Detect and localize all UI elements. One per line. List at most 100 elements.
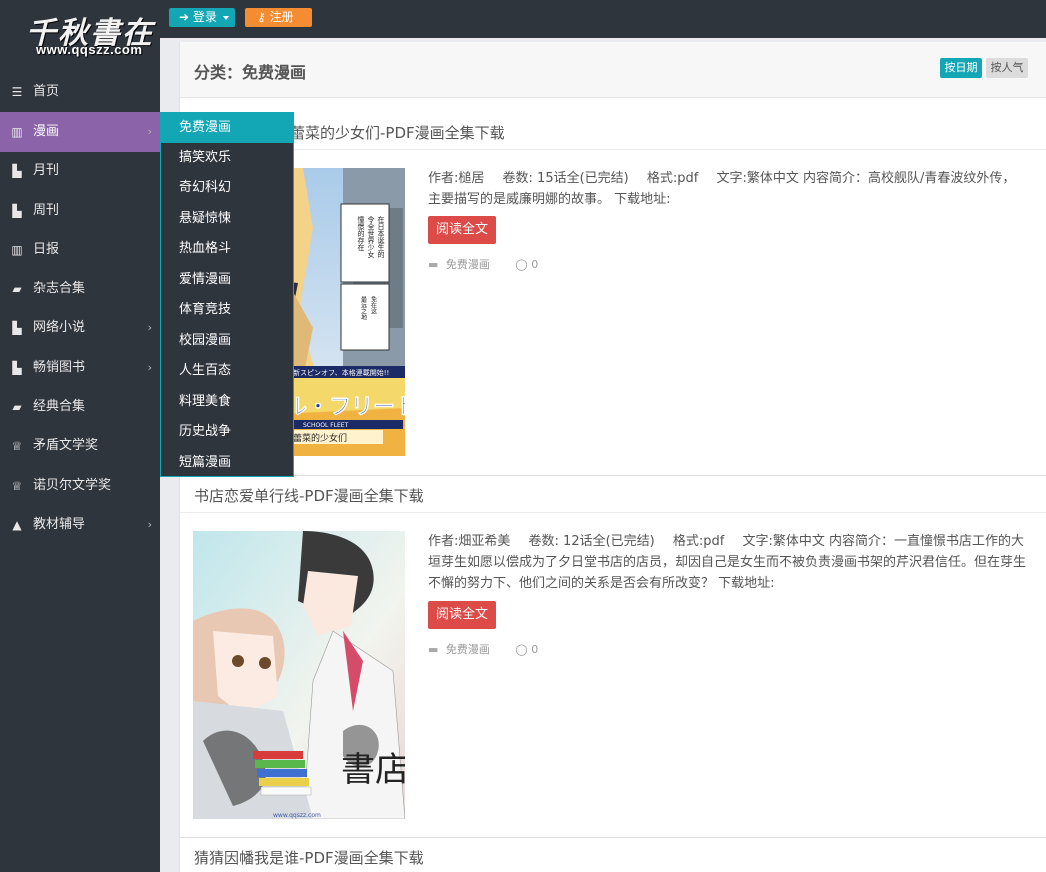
read-full-button[interactable]: 阅读全文 [428,216,496,244]
sidebar-item-label: 诺贝尔文学奖 [33,478,112,493]
cover-text: 蕾菜的少女们 [293,432,347,444]
category-header: 分类：免费漫画 按日期 按人气 [180,42,1046,98]
sidebar-item-label: 矛盾文学奖 [33,438,99,453]
submenu-item-sports[interactable]: 体育竞技 [161,295,293,325]
cover-text: www.qqszz.com [273,812,321,819]
sidebar-item-label: 周刊 [33,203,60,218]
article-author: 作者:槌居 [428,171,485,186]
comment-icon: ◯ [515,258,528,271]
book-open-icon: ▙ [12,361,22,375]
article-tags: ▬ 免费漫画 ◯ 0 [428,256,538,272]
sidebar-item-label: 漫画 [33,124,60,139]
book-open-icon: ▙ [12,204,22,218]
divider [180,475,1046,476]
divider [180,837,1046,838]
submenu-item-history-war[interactable]: 历史战争 [161,417,293,447]
article-title-link[interactable]: 猜猜因幡我是谁-PDF漫画全集下载 [194,847,424,868]
register-label: 注册 [269,10,294,24]
submenu-item-cooking[interactable]: 料理美食 [161,387,293,417]
sidebar-item-weekly[interactable]: ▙ 周刊 [0,191,160,231]
book-open-icon: ▙ [12,321,22,335]
read-full-button[interactable]: 阅读全文 [428,601,496,629]
article-meta: 作者:槌居 卷数: 15话全(已完结) 格式:pdf 文字:繁体中文 内容简介：… [428,168,1028,210]
sidebar-item-web-novels[interactable]: ▙ 网络小说 › [0,308,160,348]
login-label: 登录 [192,10,217,24]
cover-text: SCHOOL FLEET [303,422,349,429]
article-category-link[interactable]: 免费漫画 [446,258,490,271]
sidebar-item-classics[interactable]: ▰ 经典合集 [0,387,160,427]
list-icon: ☰ [11,85,23,99]
map-icon: ▥ [11,125,23,139]
cover-text: 書店 [341,750,405,790]
submenu-item-action-fighting[interactable]: 热血格斗 [161,234,293,264]
caret-down-icon [222,15,229,20]
submenu-item-comedy[interactable]: 搞笑欢乐 [161,143,293,173]
trophy-icon: ♕ [11,479,23,493]
sort-by-popularity-button[interactable]: 按人气 [986,58,1028,78]
sidebar-item-home[interactable]: ☰ 首页 [0,72,160,112]
register-button[interactable]: ⚷ 注册 [245,8,312,27]
cover-text: 最远之地 [360,296,367,320]
map-icon: ▥ [11,243,23,257]
sidebar-item-label: 经典合集 [33,399,86,414]
sidebar-item-label: 月刊 [33,163,60,178]
sidebar-item-nobel-prize[interactable]: ♕ 诺贝尔文学奖 [0,466,160,506]
folder-icon: ▬ [428,643,439,656]
sort-by-date-button[interactable]: 按日期 [940,58,982,78]
sidebar-item-monthly[interactable]: ▙ 月刊 [0,151,160,191]
comics-submenu: 免费漫画 搞笑欢乐 奇幻科幻 悬疑惊悚 热血格斗 爱情漫画 体育竞技 校园漫画 … [160,112,294,477]
article-category-link[interactable]: 免费漫画 [446,643,490,656]
main-content: 分类：免费漫画 按日期 按人气 蕾菜的少女们-PDF漫画全集下载 在日本诞生的 … [179,42,1046,872]
book-icon: ▰ [12,282,22,296]
sidebar-item-textbooks[interactable]: ▲ 教材辅导 › [0,505,160,545]
article-cover-image[interactable]: 書店 www.qqszz.com [193,531,405,819]
sidebar: ☰ 首页 ▥ 漫画 › ▙ 月刊 ▙ 周刊 ▥ 日报 ▰ 杂志合集 ▙ 网络小说… [0,62,160,872]
sidebar-item-magazines[interactable]: ▰ 杂志合集 [0,269,160,309]
article-title-link[interactable]: 书店恋爱单行线-PDF漫画全集下载 [194,485,424,506]
submenu-item-fantasy-scifi[interactable]: 奇幻科幻 [161,173,293,203]
sidebar-item-comics[interactable]: ▥ 漫画 › [0,112,160,152]
cover-text: 令全世界少女 [367,215,375,259]
article-volumes: 卷数: 12话全(已完结) [528,534,655,549]
chevron-right-icon: › [147,321,152,334]
trophy-icon: ♕ [11,439,23,453]
login-icon: ➜ [179,10,190,24]
submenu-item-short-stories[interactable]: 短篇漫画 [161,448,293,478]
sidebar-item-mao-dun-prize[interactable]: ♕ 矛盾文学奖 [0,426,160,466]
divider [180,149,1046,150]
sidebar-item-label: 杂志合集 [33,281,86,296]
chevron-right-icon: › [147,361,152,374]
cover-art-bookstore: 書店 www.qqszz.com [193,531,405,819]
article-description: 文字:繁体中文 内容简介：一直憧憬书店工作的大垣芽生如愿以偿成为了夕日堂书店的店… [428,534,1027,591]
submenu-item-school[interactable]: 校园漫画 [161,326,293,356]
sidebar-item-label: 日报 [33,242,60,257]
login-button[interactable]: ➜ 登录 [169,8,235,27]
sidebar-item-label: 网络小说 [33,320,86,335]
site-logo[interactable]: 千秋書在 www.qqszz.com [0,0,160,62]
sidebar-item-bestsellers[interactable]: ▙ 畅销图书 › [0,348,160,388]
article-title-link[interactable]: 蕾菜的少女们-PDF漫画全集下载 [290,122,505,143]
sidebar-item-label: 畅销图书 [33,360,86,375]
chevron-right-icon: › [147,518,152,531]
submenu-item-slice-of-life[interactable]: 人生百态 [161,356,293,386]
cover-text: 新スピンオフ、本格連載開始!! [293,368,389,377]
sidebar-item-daily[interactable]: ▥ 日报 [0,230,160,270]
graduation-cap-icon: ▲ [12,518,22,532]
submenu-item-free-comics[interactable]: 免费漫画 [161,113,293,143]
cover-text: 在日本诞生的 [377,215,385,259]
submenu-item-mystery-thriller[interactable]: 悬疑惊悚 [161,204,293,234]
cover-text: 憧憬的存在 [357,215,365,251]
chevron-right-icon: › [147,125,152,138]
article-meta: 作者:畑亚希美 卷数: 12话全(已完结) 格式:pdf 文字:繁体中文 内容简… [428,531,1028,594]
logo-url: www.qqszz.com [36,42,143,57]
submenu-item-romance[interactable]: 爱情漫画 [161,265,293,295]
book-open-icon: ▙ [12,164,22,178]
article-author: 作者:畑亚希美 [428,534,511,549]
article-format: 格式:pdf [672,534,725,549]
divider [180,512,1046,513]
comment-count[interactable]: 0 [531,643,538,656]
comment-count[interactable]: 0 [531,258,538,271]
page-title: 分类：免费漫画 [194,63,307,82]
cover-text: 免在这 [370,295,377,315]
sidebar-item-label: 首页 [33,84,60,99]
